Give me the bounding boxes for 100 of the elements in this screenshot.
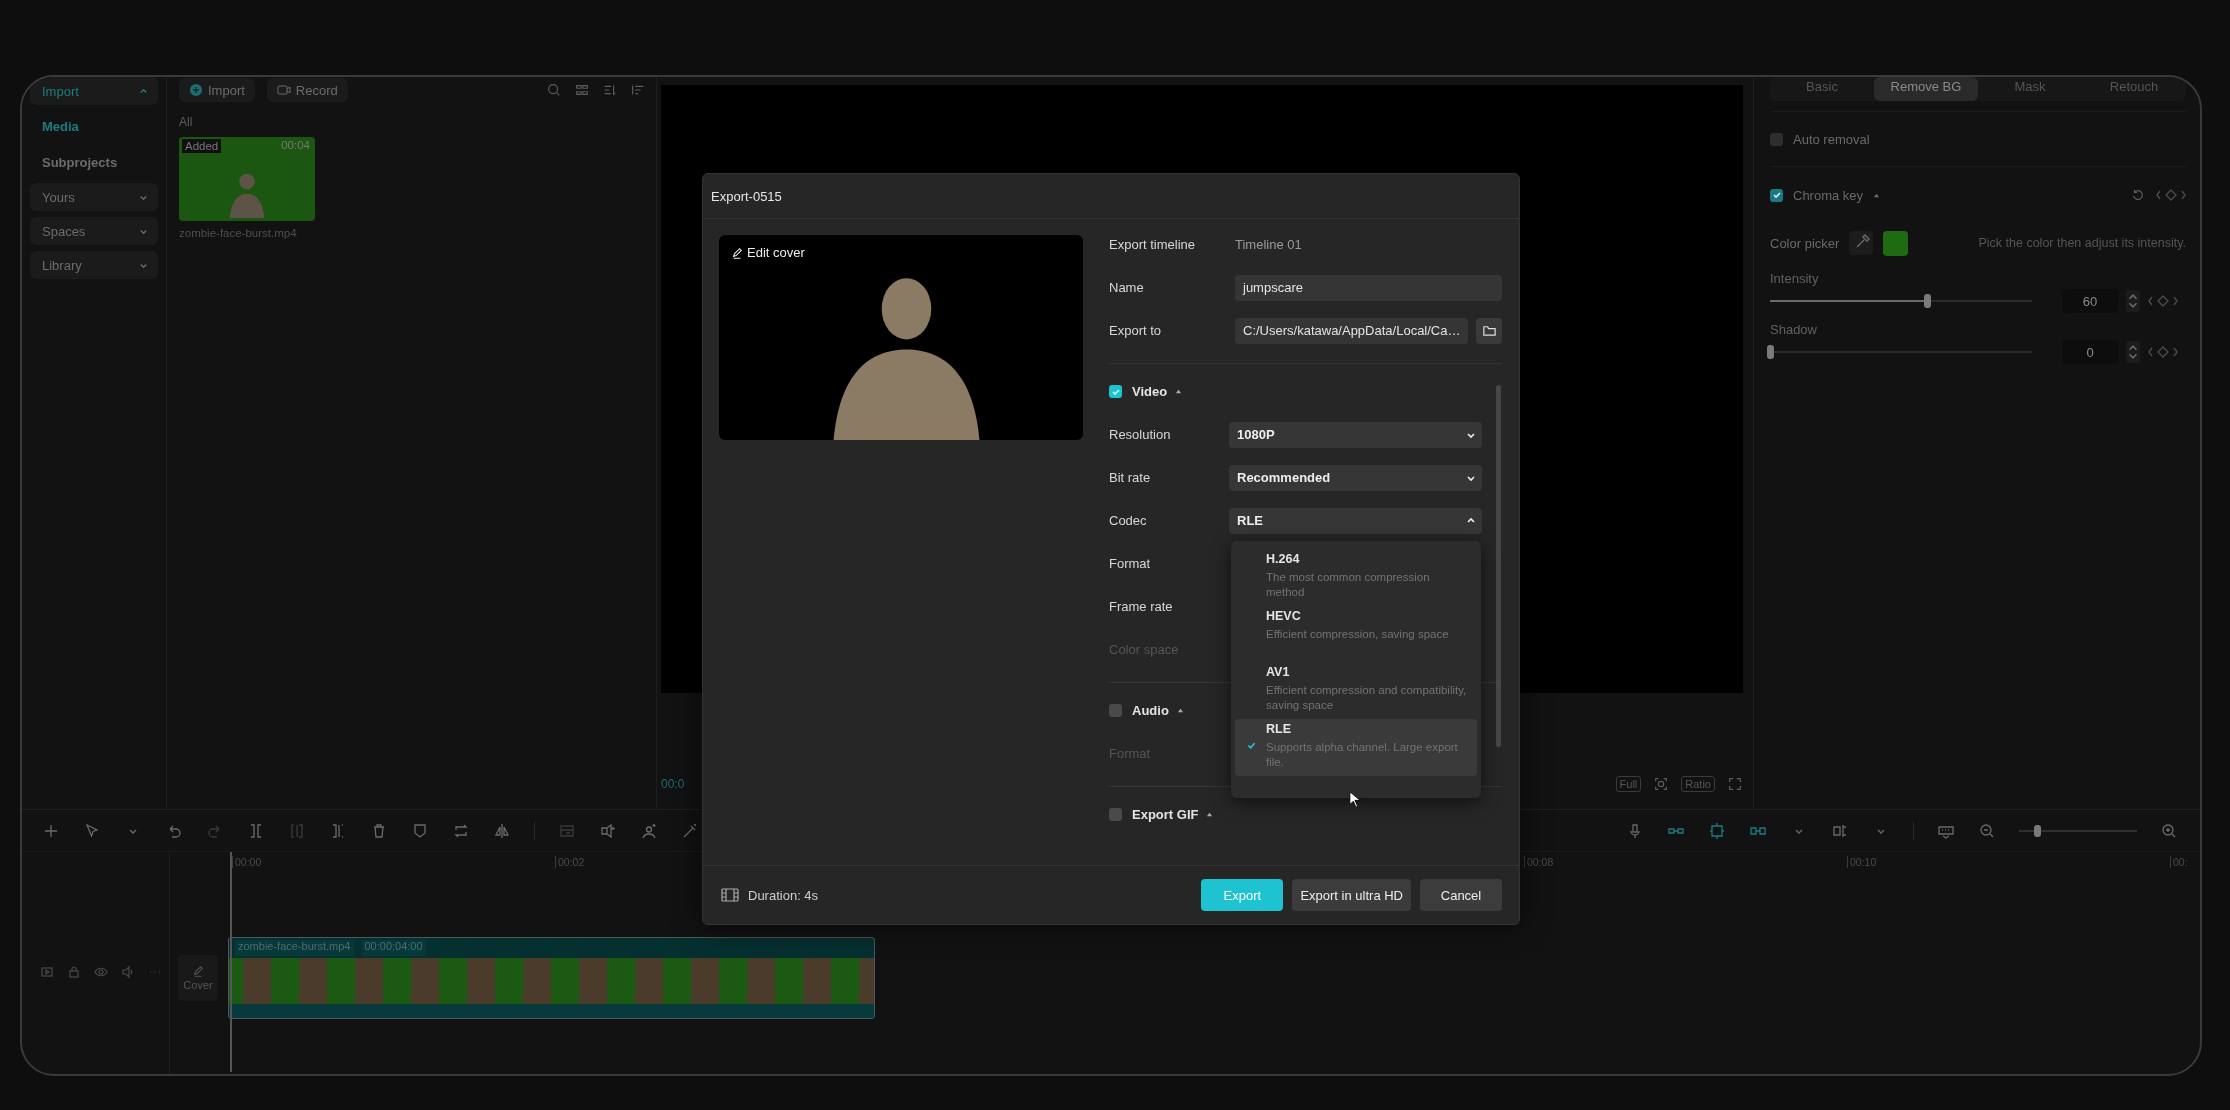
section-title: Chroma key [1793,187,1864,203]
sidebar-group[interactable]: Library [30,251,158,279]
playback-time: 00:0 [661,777,685,791]
zoom-out-icon[interactable] [1978,821,1996,840]
speaker-icon[interactable] [121,965,135,979]
grid-view-icon[interactable] [574,82,590,98]
keyframe-icon[interactable] [2156,188,2186,202]
checkbox[interactable] [1770,188,1783,202]
pencil-icon [192,965,204,977]
option-name: RLE [1266,722,1292,736]
clip-duration: 00:04 [281,139,310,151]
field-label: Name [1109,280,1145,295]
eyedropper-icon[interactable] [1849,231,1874,255]
sidebar-group[interactable]: Yours [30,183,158,211]
sidebar-group[interactable]: Spaces [30,217,158,245]
cover-button[interactable]: Cover [178,955,218,1001]
menu-option[interactable]: H.264 The most common compression method [1235,549,1477,606]
audio-split-icon[interactable] [599,821,617,840]
keyframe-icon[interactable] [2148,345,2178,359]
video-thumbnail[interactable]: Added 00:04 [179,137,315,221]
eye-icon[interactable] [94,965,108,979]
cover-icon[interactable] [40,965,54,979]
sidebar-item[interactable]: Media [30,111,158,141]
folder-icon [1481,323,1497,338]
tab[interactable]: Basic [1770,77,1874,101]
plus-circle-icon [189,83,203,97]
checkbox[interactable] [1770,132,1783,146]
edit-cover-button[interactable]: Edit cover [731,245,805,260]
reset-icon[interactable] [2130,187,2146,203]
field-label: Export timeline [1109,237,1196,252]
keyframe-icon[interactable] [2148,294,2178,308]
checkbox[interactable] [1109,704,1122,717]
stepper-icon[interactable] [2126,290,2140,312]
field-label: Export to [1109,323,1163,338]
value-field[interactable]: 0 [2062,340,2118,364]
path-field[interactable]: C:/Users/katawa/AppData/Local/Ca… [1235,317,1468,344]
tab[interactable]: Retouch [2082,77,2186,101]
caret-icon[interactable] [1873,191,1881,199]
caret-icon[interactable] [1206,811,1214,818]
dialog-button[interactable]: Cancel [1420,879,1502,911]
slider-thumb[interactable] [1767,345,1774,359]
dropdown[interactable]: 1080P [1229,421,1482,448]
slider-thumb[interactable] [2033,824,2041,837]
video-clip[interactable]: zombie-face-burst.mp4 00:00:04:00 [228,937,875,1019]
media-button[interactable]: Record [266,78,348,102]
option-description: The most common compression method [1266,570,1431,600]
value-field[interactable]: 60 [2062,289,2118,313]
media-button[interactable]: Import [179,78,255,102]
field-label: Bit rate [1109,470,1152,485]
section-title: Export GIF [1132,807,1199,822]
crop-icon[interactable] [1653,776,1670,792]
slider-label: Shadow [1770,322,1818,337]
zoom-in-icon[interactable] [2160,821,2178,840]
player-button[interactable]: Full [1615,776,1642,792]
dropdown[interactable]: RLE [1229,507,1482,534]
scrollbar[interactable] [1496,385,1501,747]
section-title: Audio [1132,703,1169,718]
caret-icon[interactable] [1176,707,1184,714]
mouse-pointer-icon [1349,791,1361,808]
marker-icon[interactable] [411,821,429,840]
color-swatch[interactable] [1883,230,1909,256]
person-sparkle-icon[interactable] [640,821,658,840]
caret-icon[interactable] [1175,388,1183,395]
stepper-icon[interactable] [2126,341,2140,363]
section-title: Video [1132,384,1168,399]
folder-button[interactable] [1476,317,1502,344]
slider-label: Intensity [1770,271,1820,286]
option-description: Efficient compression, saving space [1266,627,1450,642]
checkbox[interactable] [1109,385,1122,398]
mirror-icon[interactable] [493,821,511,840]
record-icon [276,83,291,97]
player-button[interactable]: Ratio [1681,776,1715,792]
slider-thumb[interactable] [1924,294,1932,308]
search-icon[interactable] [546,82,562,98]
field-label: Codec [1109,513,1148,528]
field-label: Resolution [1109,427,1172,442]
fullscreen-icon[interactable] [1727,776,1743,792]
menu-option[interactable]: HEVC Efficient compression, saving space [1235,606,1477,662]
magic-wand-icon[interactable] [681,821,699,840]
field-value: Timeline 01 [1235,237,1302,252]
tab[interactable]: Mask [1978,77,2082,101]
dropdown[interactable]: Recommended [1229,464,1482,491]
sidebar-item[interactable]: Subprojects [30,147,158,177]
dialog-button[interactable]: Export in ultra HD [1292,879,1411,911]
dialog-title: Export-0515 [703,174,1519,219]
option-description: Efficient compression and compatibility, saving space [1266,683,1468,713]
lock-icon[interactable] [67,965,81,979]
pencil-icon [731,246,743,259]
clip-name: zombie-face-burst.mp4 [235,940,354,956]
field-label: Format [1109,556,1152,571]
filter-tab[interactable]: All [179,115,193,129]
name-field[interactable]: jumpscare [1235,274,1502,301]
menu-option[interactable]: AV1 Efficient compression and compatibility, saving space [1235,662,1477,719]
tab[interactable]: Remove BG [1874,77,1978,101]
sidebar-group[interactable]: Import [30,77,158,105]
film-icon [721,887,739,903]
checkbox[interactable] [1109,808,1122,821]
dialog-button[interactable]: Export [1201,879,1284,911]
duration-text: Duration: 4s [748,887,819,903]
option-label: Auto removal [1793,131,1870,147]
